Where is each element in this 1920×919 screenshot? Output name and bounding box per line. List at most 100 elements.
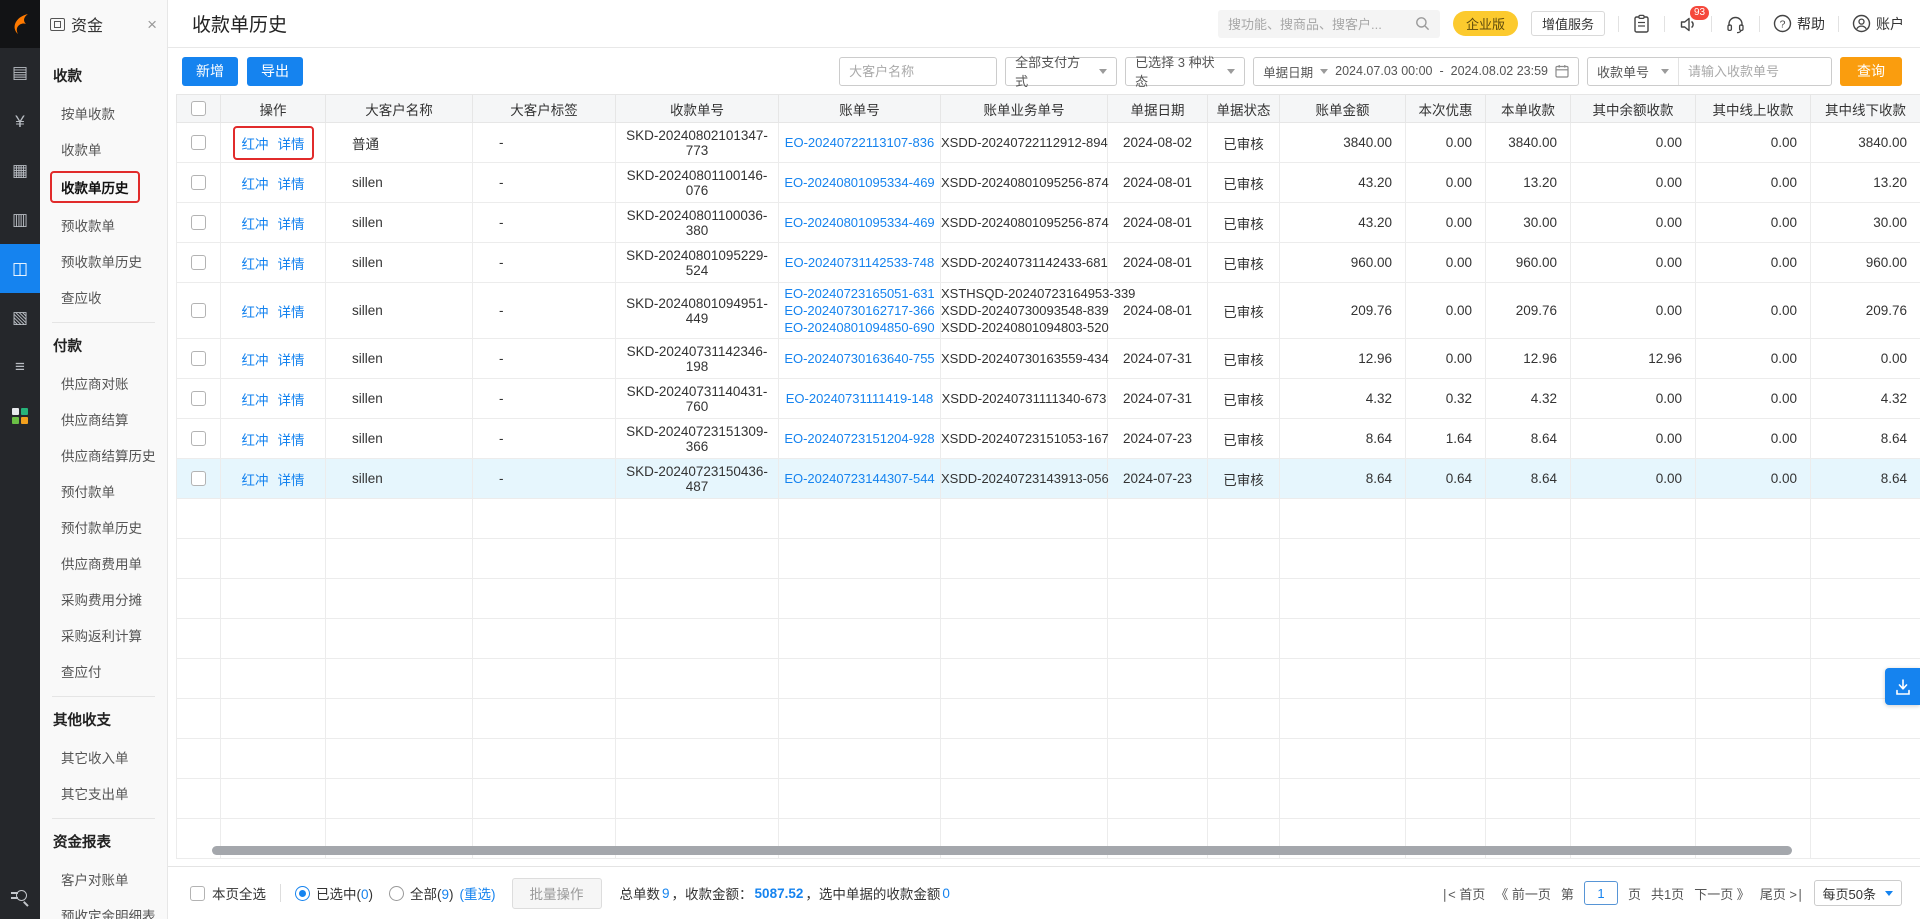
close-module-icon[interactable]: × [147, 16, 157, 33]
sidebar-item-客户对账单[interactable]: 客户对账单 [40, 861, 167, 897]
select-all-checkbox[interactable] [190, 886, 205, 901]
detail-link[interactable]: 详情 [278, 257, 305, 272]
global-search-input[interactable]: 搜功能、搜商品、搜客户... [1218, 10, 1440, 38]
rail-search-icon[interactable] [0, 889, 40, 905]
bill-link[interactable]: EO-20240730163640-755 [779, 350, 940, 367]
delivery-icon[interactable]: ▥ [0, 195, 40, 244]
select-all-header-checkbox[interactable] [191, 101, 206, 116]
order-no-input[interactable] [1679, 64, 1831, 79]
pagination-prev[interactable]: 《 前一页 [1495, 884, 1551, 903]
sidebar-item-预付款单[interactable]: 预付款单 [40, 473, 167, 509]
bill-link[interactable]: EO-20240731111419-148 [779, 390, 940, 407]
reverse-link[interactable]: 红冲 [242, 177, 269, 192]
reverse-link[interactable]: 红冲 [242, 473, 269, 488]
account-button[interactable]: 账户 [1852, 14, 1904, 34]
bill-link[interactable]: EO-20240723165051-631 [779, 285, 940, 302]
batch-actions-button[interactable]: 批量操作 [512, 878, 602, 909]
reverse-link[interactable]: 红冲 [242, 305, 269, 320]
detail-link[interactable]: 详情 [278, 305, 305, 320]
announcements-icon[interactable]: 93 [1678, 14, 1698, 34]
sidebar-item-其它收入单[interactable]: 其它收入单 [40, 739, 167, 775]
bill-link[interactable]: EO-20240731142533-748 [779, 254, 940, 271]
bill-link[interactable]: EO-20240723151204-928 [779, 430, 940, 447]
all-radio[interactable] [389, 886, 404, 901]
sidebar-item-采购返利计算[interactable]: 采购返利计算 [40, 617, 167, 653]
sidebar-item-预付款单历史[interactable]: 预付款单历史 [40, 509, 167, 545]
bill-link[interactable]: EO-20240730162717-366 [779, 302, 940, 319]
download-button[interactable] [1885, 668, 1920, 705]
customer-service-icon[interactable] [1725, 14, 1746, 34]
page-input[interactable] [1584, 881, 1618, 905]
settings-icon[interactable]: ≡ [0, 342, 40, 391]
sidebar-item-查应付[interactable]: 查应付 [40, 653, 167, 689]
reverse-link[interactable]: 红冲 [242, 433, 269, 448]
sidebar-item-按单收款[interactable]: 按单收款 [40, 95, 167, 131]
row-checkbox[interactable] [191, 135, 206, 150]
apps-icon[interactable] [0, 391, 40, 440]
app-logo[interactable] [0, 0, 40, 48]
selected-radio[interactable] [295, 886, 310, 901]
reverse-link[interactable]: 红冲 [242, 393, 269, 408]
sidebar-item-预收款单历史[interactable]: 预收款单历史 [40, 243, 167, 279]
billing-icon[interactable]: ¥ [0, 97, 40, 146]
funds-icon[interactable]: ◫ [0, 244, 40, 293]
edition-badge[interactable]: 企业版 [1453, 11, 1518, 36]
status-select[interactable]: 已选择 3 种状态 [1125, 57, 1245, 86]
export-button[interactable]: 导出 [247, 57, 303, 86]
reverse-link[interactable]: 红冲 [242, 137, 269, 152]
pay-method-select[interactable]: 全部支付方式 [1005, 57, 1117, 86]
row-checkbox[interactable] [191, 175, 206, 190]
bill-link[interactable]: EO-20240723144307-544 [779, 470, 940, 487]
customer-name-input[interactable] [839, 57, 997, 86]
reverse-link[interactable]: 红冲 [242, 257, 269, 272]
sidebar-item-预收款单[interactable]: 预收款单 [40, 207, 167, 243]
orders-icon[interactable]: ▤ [0, 48, 40, 97]
date-range-picker[interactable]: 单据日期 2024.07.03 00:00 - 2024.08.02 23:59 [1253, 57, 1579, 86]
sidebar-item-收款单历史[interactable]: 收款单历史 [40, 167, 167, 207]
bill-link[interactable]: EO-20240801095334-469 [779, 174, 940, 191]
row-checkbox[interactable] [191, 255, 206, 270]
row-checkbox[interactable] [191, 215, 206, 230]
order-no-type-select[interactable]: 收款单号 [1588, 58, 1679, 85]
row-checkbox[interactable] [191, 303, 206, 318]
add-button[interactable]: 新增 [182, 57, 238, 86]
sidebar-item-预收定金明细表[interactable]: 预收定金明细表 [40, 897, 167, 919]
detail-link[interactable]: 详情 [278, 137, 305, 152]
detail-link[interactable]: 详情 [278, 393, 305, 408]
reselect-link[interactable]: (重选) [460, 883, 496, 903]
detail-link[interactable]: 详情 [278, 473, 305, 488]
sidebar-item-供应商结算历史[interactable]: 供应商结算历史 [40, 437, 167, 473]
select-all-page[interactable]: 本页全选 [190, 883, 266, 903]
bill-link[interactable]: EO-20240801094850-690 [779, 319, 940, 336]
package-icon[interactable]: ▦ [0, 146, 40, 195]
detail-link[interactable]: 详情 [278, 433, 305, 448]
row-checkbox[interactable] [191, 391, 206, 406]
row-checkbox[interactable] [191, 431, 206, 446]
sidebar-item-采购费用分摊[interactable]: 采购费用分摊 [40, 581, 167, 617]
detail-link[interactable]: 详情 [278, 177, 305, 192]
query-button[interactable]: 查询 [1840, 57, 1902, 86]
reverse-link[interactable]: 红冲 [242, 353, 269, 368]
sidebar-item-供应商结算[interactable]: 供应商结算 [40, 401, 167, 437]
value-added-button[interactable]: 增值服务 [1531, 11, 1605, 36]
row-checkbox[interactable] [191, 471, 206, 486]
sidebar-item-供应商费用单[interactable]: 供应商费用单 [40, 545, 167, 581]
bill-link[interactable]: EO-20240722113107-836 [779, 134, 940, 151]
detail-link[interactable]: 详情 [278, 353, 305, 368]
pagination-first[interactable]: ∣< 首页 [1442, 884, 1486, 903]
page-size-select[interactable]: 每页50条 [1814, 880, 1902, 906]
ledger-icon[interactable]: ▧ [0, 293, 40, 342]
bill-link[interactable]: EO-20240801095334-469 [779, 214, 940, 231]
tasks-clipboard-icon[interactable] [1632, 14, 1651, 34]
sidebar-item-其它支出单[interactable]: 其它支出单 [40, 775, 167, 811]
sidebar-item-供应商对账[interactable]: 供应商对账 [40, 365, 167, 401]
sidebar-item-查应收[interactable]: 查应收 [40, 279, 167, 315]
detail-link[interactable]: 详情 [278, 217, 305, 232]
horizontal-scrollbar[interactable] [212, 846, 1792, 855]
reverse-link[interactable]: 红冲 [242, 217, 269, 232]
pagination-next[interactable]: 下一页 》 [1694, 884, 1750, 903]
pagination-last[interactable]: 尾页 >∣ [1760, 884, 1804, 903]
help-button[interactable]: ? 帮助 [1773, 14, 1825, 34]
sidebar-item-收款单[interactable]: 收款单 [40, 131, 167, 167]
row-checkbox[interactable] [191, 351, 206, 366]
